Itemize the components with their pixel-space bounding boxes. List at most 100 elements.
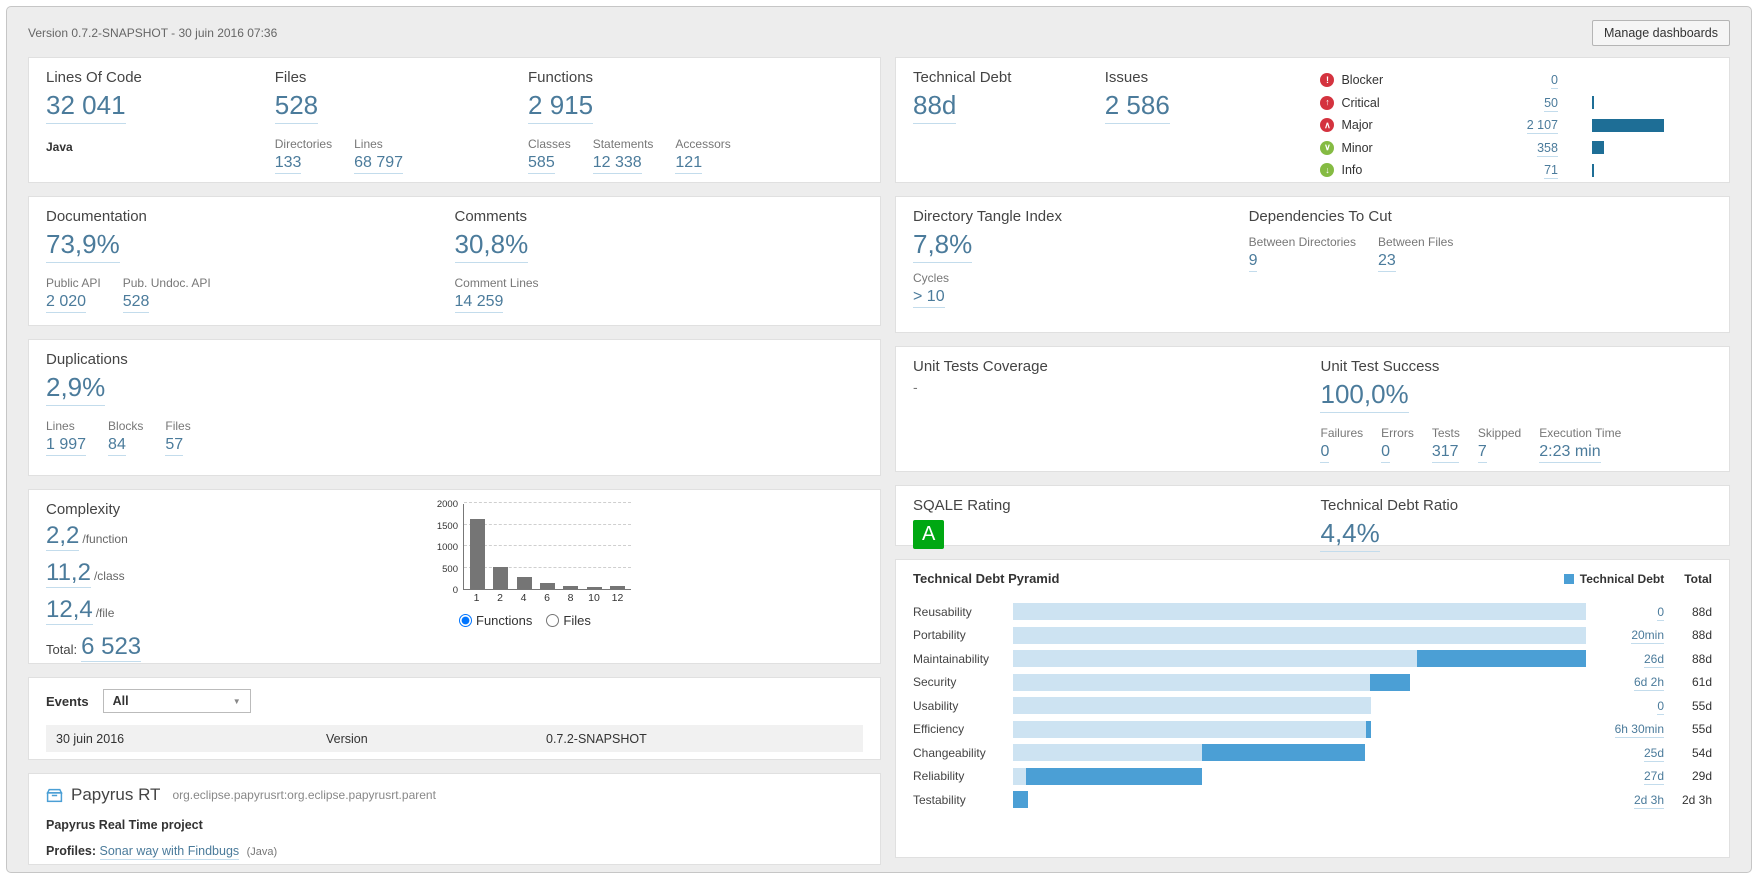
accessors-value[interactable]: 121 xyxy=(675,154,702,174)
total-value: 55d xyxy=(1664,722,1712,736)
bars-container xyxy=(464,504,631,589)
failures-value[interactable]: 0 xyxy=(1320,443,1329,463)
lines-stat: Lines 68 797 xyxy=(354,137,403,174)
severity-bar-area xyxy=(1592,164,1712,177)
dup-blocks-value[interactable]: 84 xyxy=(108,436,126,456)
documentation-panel: Documentation 73,9% Public API 2 020 Pub… xyxy=(28,196,881,326)
tangle-index-value[interactable]: 7,8% xyxy=(913,228,972,263)
pyramid-bar xyxy=(1013,650,1586,667)
characteristic-debt-bar xyxy=(1370,674,1410,691)
duplications-value[interactable]: 2,9% xyxy=(46,371,105,406)
chart-metric-switch: Functions Files xyxy=(459,613,689,628)
dup-lines-value[interactable]: 1 997 xyxy=(46,436,86,456)
characteristic-label: Maintainability xyxy=(913,652,1013,666)
complexity-file-value[interactable]: 12,4 xyxy=(46,596,93,625)
radio-functions[interactable]: Functions xyxy=(459,613,532,628)
severity-count-link[interactable]: 71 xyxy=(1544,163,1558,179)
characteristic-debt-bar xyxy=(1026,768,1202,785)
characteristic-label: Testability xyxy=(913,793,1013,807)
debt-value-link[interactable]: 27d xyxy=(1644,769,1664,785)
pyramid-row: Security6d 2h61d xyxy=(913,671,1712,695)
complexity-file-unit: /file xyxy=(96,606,115,620)
debt-value-link[interactable]: 25d xyxy=(1644,746,1664,762)
histogram-bar xyxy=(563,586,578,589)
severity-count-link[interactable]: 0 xyxy=(1551,73,1558,89)
radio-functions-input[interactable] xyxy=(459,614,472,627)
legend-total-label: Total xyxy=(1684,572,1712,586)
info-icon: ↓ xyxy=(1320,163,1334,177)
issues-value[interactable]: 2 586 xyxy=(1105,89,1170,124)
tests-value[interactable]: 317 xyxy=(1432,443,1459,463)
complexity-total-label: Total: xyxy=(46,642,77,657)
dup-files-value[interactable]: 57 xyxy=(165,436,183,456)
comment-lines-value[interactable]: 14 259 xyxy=(455,293,504,313)
severity-bar-area xyxy=(1592,96,1712,109)
comments-value[interactable]: 30,8% xyxy=(455,228,529,263)
functions-label: Functions xyxy=(528,69,863,86)
functions-value[interactable]: 2 915 xyxy=(528,89,593,124)
pub-undoc-api-value[interactable]: 528 xyxy=(123,293,150,313)
characteristic-label: Reliability xyxy=(913,769,1013,783)
severity-count-link[interactable]: 2 107 xyxy=(1527,118,1558,134)
technical-debt-label: Technical Debt xyxy=(913,69,1105,86)
lines-of-code-label: Lines Of Code xyxy=(46,69,275,86)
dup-blocks-stat: Blocks 84 xyxy=(108,419,143,456)
classes-label: Classes xyxy=(528,137,571,151)
cycles-value[interactable]: > 10 xyxy=(913,288,945,308)
x-tick-label: 10 xyxy=(587,592,602,604)
between-files-value[interactable]: 23 xyxy=(1378,252,1396,272)
events-filter-dropdown[interactable]: All ▼ xyxy=(103,689,251,713)
coverage-label: Unit Tests Coverage xyxy=(913,358,1320,375)
radio-files-input[interactable] xyxy=(546,614,559,627)
execution-time-stat: Execution Time 2:23 min xyxy=(1539,426,1621,463)
classes-value[interactable]: 585 xyxy=(528,154,555,174)
debt-value-link[interactable]: 0 xyxy=(1657,699,1664,715)
pyramid-bar-track xyxy=(1013,650,1586,667)
design-panel: Directory Tangle Index 7,8% Cycles > 10 … xyxy=(895,196,1730,333)
debt-ratio-value[interactable]: 4,4% xyxy=(1320,517,1379,552)
events-filter-value: All xyxy=(113,694,129,708)
debt-value-link[interactable]: 26d xyxy=(1644,652,1664,668)
severity-bar xyxy=(1592,164,1594,177)
test-success-value[interactable]: 100,0% xyxy=(1320,378,1408,413)
directories-value[interactable]: 133 xyxy=(275,154,302,174)
failures-label: Failures xyxy=(1320,426,1363,440)
lines-of-code-value[interactable]: 32 041 xyxy=(46,89,126,124)
sqale-rating-badge[interactable]: A xyxy=(913,520,944,549)
execution-time-value[interactable]: 2:23 min xyxy=(1539,443,1600,463)
lines-of-code-block: Lines Of Code 32 041 Java xyxy=(46,69,275,174)
debt-value-link[interactable]: 6h 30min xyxy=(1615,722,1664,738)
files-value[interactable]: 528 xyxy=(275,89,318,124)
complexity-class-value[interactable]: 11,2 xyxy=(46,559,91,588)
debt-value-link[interactable]: 0 xyxy=(1657,605,1664,621)
complexity-function-value[interactable]: 2,2 xyxy=(46,522,79,551)
lines-value[interactable]: 68 797 xyxy=(354,154,403,174)
technical-debt-value[interactable]: 88d xyxy=(913,89,956,124)
debt-value-link[interactable]: 20min xyxy=(1631,628,1664,644)
documentation-value[interactable]: 73,9% xyxy=(46,228,120,263)
public-api-value[interactable]: 2 020 xyxy=(46,293,86,313)
legend-square-icon xyxy=(1564,574,1574,584)
between-directories-value[interactable]: 9 xyxy=(1249,252,1258,272)
comment-lines-stat: Comment Lines 14 259 xyxy=(455,276,539,313)
failures-stat: Failures 0 xyxy=(1320,426,1363,463)
debt-value-link[interactable]: 6d 2h xyxy=(1634,675,1664,691)
severity-row: ∨Minor358 xyxy=(1320,137,1712,160)
severity-count-link[interactable]: 358 xyxy=(1537,141,1558,157)
skipped-value[interactable]: 7 xyxy=(1478,443,1487,463)
between-directories-label: Between Directories xyxy=(1249,235,1356,249)
severity-count-link[interactable]: 50 xyxy=(1544,96,1558,112)
debt-value-link[interactable]: 2d 3h xyxy=(1634,793,1664,809)
profile-link[interactable]: Sonar way with Findbugs xyxy=(100,844,240,860)
cycles-label: Cycles xyxy=(913,271,949,285)
pyramid-row: Changeability25d54d xyxy=(913,741,1712,765)
radio-files[interactable]: Files xyxy=(546,613,590,628)
characteristic-label: Efficiency xyxy=(913,722,1013,736)
comment-lines-label: Comment Lines xyxy=(455,276,539,290)
project-name[interactable]: Papyrus RT xyxy=(71,785,160,805)
complexity-total-value[interactable]: 6 523 xyxy=(81,633,141,662)
manage-dashboards-button[interactable]: Manage dashboards xyxy=(1592,20,1730,46)
debt-ratio-block: Technical Debt Ratio 4,4% xyxy=(1320,497,1712,552)
statements-value[interactable]: 12 338 xyxy=(593,154,642,174)
errors-value[interactable]: 0 xyxy=(1381,443,1390,463)
